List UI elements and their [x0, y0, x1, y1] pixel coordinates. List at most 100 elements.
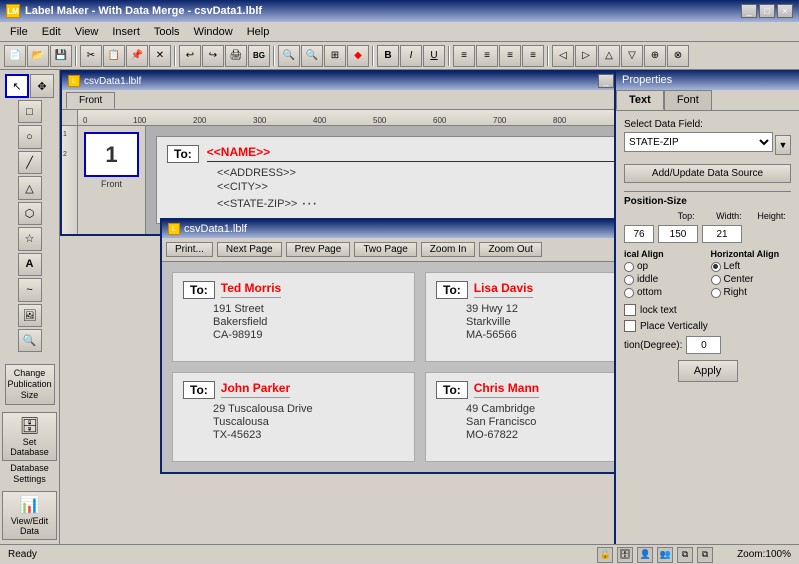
zoom-in-button[interactable]: Zoom In	[421, 242, 476, 257]
underline-button[interactable]: U	[423, 45, 445, 67]
apply-button[interactable]: Apply	[678, 360, 738, 382]
image-tool[interactable]: 🖼	[18, 304, 42, 327]
rotation-input[interactable]	[686, 336, 721, 354]
delete-button[interactable]: ✕	[149, 45, 171, 67]
window-controls[interactable]: _ □ ×	[741, 4, 793, 18]
open-button[interactable]: 📂	[27, 45, 49, 67]
color-button[interactable]: ◆	[347, 45, 369, 67]
horizontal-align-title: Horizontal Align	[711, 249, 792, 259]
print-button[interactable]: Print...	[166, 242, 213, 257]
tab-font[interactable]: Font	[664, 90, 712, 110]
zoom-out-button[interactable]: Zoom Out	[479, 242, 541, 257]
two-page-button[interactable]: Two Page	[354, 242, 416, 257]
select-tool[interactable]: ↖	[5, 74, 29, 98]
more-btn-4[interactable]: ▽	[621, 45, 643, 67]
print-button[interactable]: 🖨	[225, 45, 247, 67]
triangle-tool[interactable]: △	[18, 176, 42, 199]
ruler-mark-400: 400	[313, 116, 326, 125]
tab-text[interactable]: Text	[616, 90, 664, 110]
menu-window[interactable]: Window	[188, 25, 239, 39]
save-button[interactable]: 💾	[50, 45, 72, 67]
preview-card-3: To: Chris Mann 49 Cambridge San Francisc…	[425, 372, 614, 462]
change-pub-size-button[interactable]: Change Publication Size	[5, 364, 55, 404]
card-2-to-row: To: John Parker	[183, 381, 404, 399]
design-minimize[interactable]: _	[598, 74, 614, 88]
menu-help[interactable]: Help	[241, 25, 276, 39]
height-input[interactable]	[702, 225, 742, 243]
menu-tools[interactable]: Tools	[148, 25, 186, 39]
ruler-mark-700: 700	[493, 116, 506, 125]
v-align-bottom-radio[interactable]	[624, 288, 634, 298]
h-align-center-radio[interactable]	[711, 275, 721, 285]
menu-view[interactable]: View	[69, 25, 105, 39]
cut-button[interactable]: ✂	[80, 45, 102, 67]
lock-text-checkbox[interactable]	[624, 304, 636, 316]
copy-button[interactable]: 📋	[103, 45, 125, 67]
bg-button[interactable]: BG	[248, 45, 270, 67]
more-btn-2[interactable]: ▷	[575, 45, 597, 67]
italic-button[interactable]: I	[400, 45, 422, 67]
set-database-button[interactable]: 🗄 Set Database	[2, 412, 57, 461]
grid-button[interactable]: ⊞	[324, 45, 346, 67]
width-header: Width:	[710, 211, 749, 221]
bold-button[interactable]: B	[377, 45, 399, 67]
card-3-address: 49 Cambridge	[466, 403, 614, 415]
data-field-select[interactable]: STATE-ZIP	[624, 132, 773, 152]
zoom-out-button[interactable]: 🔍	[278, 45, 300, 67]
oval-tool[interactable]: ○	[18, 125, 42, 148]
page-thumb-1[interactable]: 1	[84, 132, 139, 177]
add-update-data-source-button[interactable]: Add/Update Data Source	[624, 164, 791, 183]
preview-toolbar: Print... Next Page Prev Page Two Page Zo…	[162, 238, 614, 262]
align-left-button[interactable]: ≡	[453, 45, 475, 67]
v-align-top-radio[interactable]	[624, 262, 634, 272]
card-3-city: San Francisco	[466, 416, 614, 428]
new-button[interactable]: 📄	[4, 45, 26, 67]
card-0-to-row: To: Ted Morris	[183, 281, 404, 299]
preview-card-0: To: Ted Morris 191 Street Bakersfield CA…	[172, 272, 415, 362]
width-input[interactable]	[658, 225, 698, 243]
app-icon: LM	[6, 4, 20, 18]
next-page-button[interactable]: Next Page	[217, 242, 282, 257]
properties-tabs: Text Font	[616, 90, 799, 111]
zoom-tool[interactable]: 🔍	[18, 329, 42, 352]
redo-button[interactable]: ↪	[202, 45, 224, 67]
card-0-name: Ted Morris	[221, 281, 281, 298]
align-justify-button[interactable]: ≡	[522, 45, 544, 67]
menu-edit[interactable]: Edit	[36, 25, 67, 39]
tab-front[interactable]: Front	[66, 92, 115, 109]
zoom-in-button[interactable]: 🔍	[301, 45, 323, 67]
star-tool[interactable]: ☆	[18, 227, 42, 250]
close-button[interactable]: ×	[777, 4, 793, 18]
line-tool[interactable]: ╱	[18, 151, 42, 174]
text-tool[interactable]: A	[18, 253, 42, 276]
place-vertically-checkbox[interactable]	[624, 320, 636, 332]
more-btn-3[interactable]: △	[598, 45, 620, 67]
maximize-button[interactable]: □	[759, 4, 775, 18]
curve-tool[interactable]: ~	[18, 278, 42, 301]
paste-button[interactable]: 📌	[126, 45, 148, 67]
h-align-left-radio[interactable]	[711, 262, 721, 272]
align-right-button[interactable]: ≡	[499, 45, 521, 67]
undo-button[interactable]: ↩	[179, 45, 201, 67]
top-input[interactable]	[624, 225, 654, 243]
menu-file[interactable]: File	[4, 25, 34, 39]
more-btn-1[interactable]: ◁	[552, 45, 574, 67]
v-align-middle-radio[interactable]	[624, 275, 634, 285]
h-align-right-radio[interactable]	[711, 288, 721, 298]
main-toolbar: 📄 📂 💾 ✂ 📋 📌 ✕ ↩ ↪ 🖨 BG 🔍 🔍 ⊞ ◆ B I U ≡ ≡…	[0, 42, 799, 70]
more-btn-5[interactable]: ⊕	[644, 45, 666, 67]
prev-page-button[interactable]: Prev Page	[286, 242, 351, 257]
to-row: To: <<NAME>>	[167, 145, 614, 163]
menu-insert[interactable]: Insert	[106, 25, 146, 39]
move-tool[interactable]: ✥	[30, 74, 54, 98]
align-center-button[interactable]: ≡	[476, 45, 498, 67]
card-0-to-label: To:	[183, 281, 215, 299]
data-field-dropdown-arrow[interactable]: ▼	[775, 135, 791, 155]
more-btn-6[interactable]: ⊗	[667, 45, 689, 67]
rect-tool[interactable]: □	[18, 100, 42, 123]
polygon-tool[interactable]: ⬡	[18, 202, 42, 225]
minimize-button[interactable]: _	[741, 4, 757, 18]
design-window-controls[interactable]: _ □	[598, 74, 614, 88]
view-edit-data-button[interactable]: 📊 View/Edit Data	[2, 491, 57, 540]
label-card[interactable]: To: <<NAME>> <<ADDRESS>> <<CITY>> <<STAT…	[156, 136, 614, 224]
